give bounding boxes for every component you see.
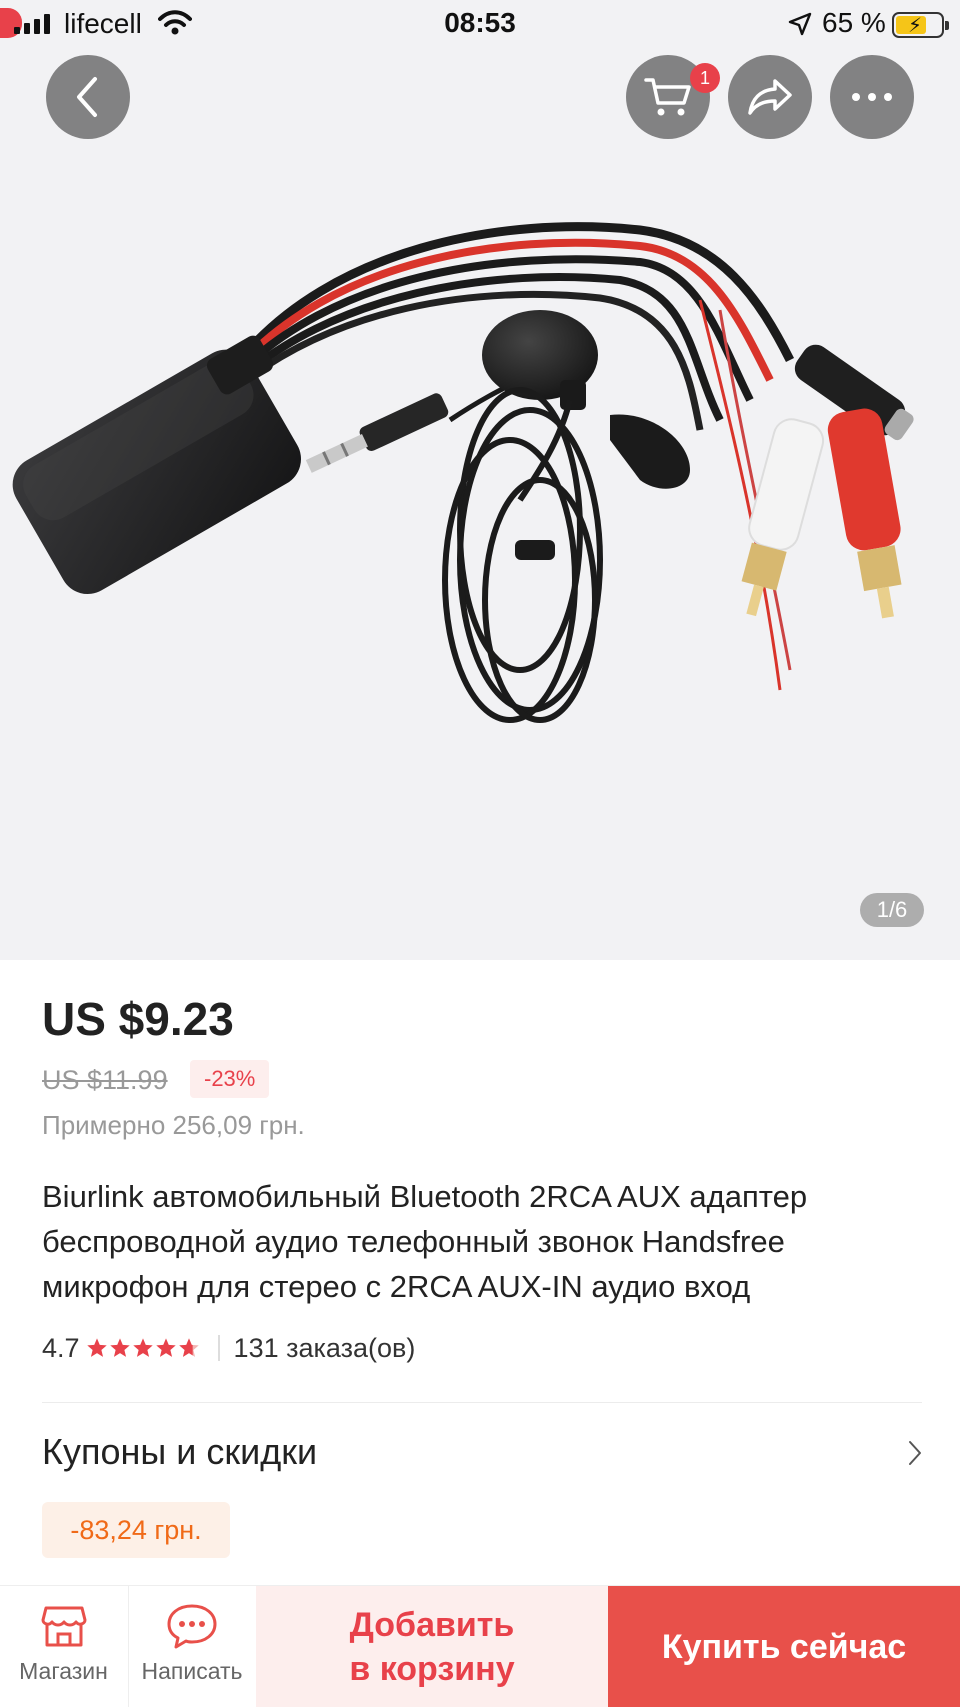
image-page-indicator: 1/6 <box>860 893 924 927</box>
chat-icon <box>167 1604 217 1649</box>
bottom-action-bar: Магазин Написать Добавить в корзину Купи… <box>0 1585 960 1707</box>
cart-count-badge: 1 <box>690 63 720 93</box>
current-price: US $9.23 <box>42 993 234 1045</box>
star-icon <box>132 1338 153 1357</box>
star-icon <box>109 1338 130 1357</box>
coupon-chip[interactable]: -83,24 грн. <box>42 1502 230 1558</box>
star-icon <box>155 1338 176 1357</box>
orders-count: 131 заказа(ов) <box>233 1332 416 1363</box>
discount-badge: -23% <box>190 1060 270 1098</box>
buy-now-button[interactable]: Купить сейчас <box>608 1586 960 1707</box>
battery-charging-icon: ⚡ <box>892 12 949 38</box>
chat-label: Написать <box>141 1658 243 1684</box>
clock: 08:53 <box>444 7 516 38</box>
product-title: Biurlink автомобильный Bluetooth 2RCA AU… <box>42 1179 808 1304</box>
battery-percent: 65 % <box>822 7 886 38</box>
cart-icon <box>644 78 691 116</box>
chevron-right-icon[interactable] <box>908 1440 922 1466</box>
rating-row[interactable]: 4.7 131 заказа(ов) <box>42 1328 415 1368</box>
rating-divider <box>217 1335 220 1361</box>
add-to-cart-button[interactable]: Добавить в корзину <box>256 1586 608 1707</box>
product-gallery[interactable]: 1 1/6 <box>0 0 960 960</box>
more-icon <box>852 93 892 101</box>
store-label: Магазин <box>19 1658 108 1684</box>
original-price: US $11.99 <box>42 1065 168 1095</box>
store-button[interactable]: Магазин <box>0 1586 127 1707</box>
add-to-cart-label-line1: Добавить <box>349 1606 515 1644</box>
location-arrow-icon <box>788 12 812 36</box>
coupons-section-title[interactable]: Купоны и скидки <box>42 1431 317 1473</box>
cart-button[interactable]: 1 <box>626 55 720 139</box>
back-icon <box>77 77 97 117</box>
star-icon <box>86 1338 107 1357</box>
more-button[interactable] <box>830 55 914 139</box>
back-button[interactable] <box>46 55 130 139</box>
approx-local-price: Примерно 256,09 грн. <box>42 1110 305 1140</box>
share-icon <box>748 79 792 115</box>
section-divider <box>42 1402 922 1403</box>
rating-value: 4.7 <box>42 1332 80 1363</box>
buy-now-label: Купить сейчас <box>661 1627 907 1666</box>
star-half-icon <box>178 1338 199 1357</box>
store-icon <box>41 1606 86 1647</box>
add-to-cart-label-line2: в корзину <box>349 1650 515 1688</box>
status-bar: lifecell 08:53 65 % ⚡ <box>0 0 960 48</box>
rating-stars <box>86 1337 200 1359</box>
share-button[interactable] <box>728 55 812 139</box>
product-image[interactable] <box>0 0 960 960</box>
message-seller-button[interactable]: Написать <box>128 1586 255 1707</box>
